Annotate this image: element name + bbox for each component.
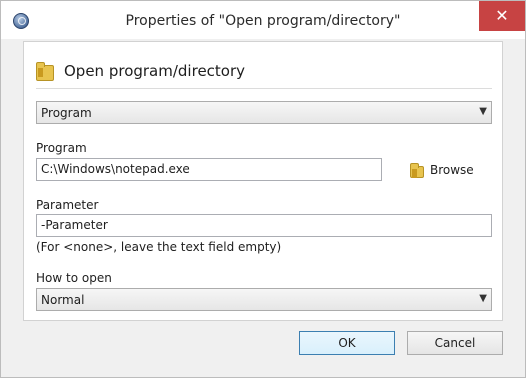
close-icon: ✕ bbox=[495, 6, 509, 25]
window-title: Properties of "Open program/directory" bbox=[125, 13, 401, 29]
cancel-button[interactable]: Cancel bbox=[407, 331, 503, 355]
titlebar: Properties of "Open program/directory" ✕ bbox=[1, 1, 525, 39]
how-to-open-label: How to open bbox=[36, 271, 112, 285]
chevron-down-icon: ▼ bbox=[479, 293, 487, 304]
action-type-value: Program bbox=[41, 106, 92, 120]
parameter-field[interactable]: -Parameter bbox=[36, 214, 492, 237]
program-path-field[interactable]: C:\Windows\notepad.exe bbox=[36, 158, 382, 181]
chevron-down-icon: ▼ bbox=[479, 106, 487, 117]
program-label: Program bbox=[36, 141, 87, 155]
header-title: Open program/directory bbox=[64, 62, 246, 80]
parameter-hint: (For <none>, leave the text field empty) bbox=[36, 240, 282, 254]
how-to-open-value: Normal bbox=[41, 293, 85, 307]
browse-label: Browse bbox=[430, 163, 474, 177]
close-button[interactable]: ✕ bbox=[479, 1, 525, 31]
folder-icon bbox=[36, 62, 54, 81]
action-type-select[interactable]: Program ▼ bbox=[36, 101, 492, 124]
properties-dialog: Properties of "Open program/directory" ✕… bbox=[0, 0, 526, 378]
folder-icon bbox=[410, 163, 424, 178]
header-divider bbox=[36, 88, 492, 89]
how-to-open-select[interactable]: Normal ▼ bbox=[36, 288, 492, 311]
parameter-label: Parameter bbox=[36, 198, 99, 212]
content-panel: Open program/directory Program ▼ Program… bbox=[23, 41, 503, 321]
ok-button[interactable]: OK bbox=[299, 331, 395, 355]
